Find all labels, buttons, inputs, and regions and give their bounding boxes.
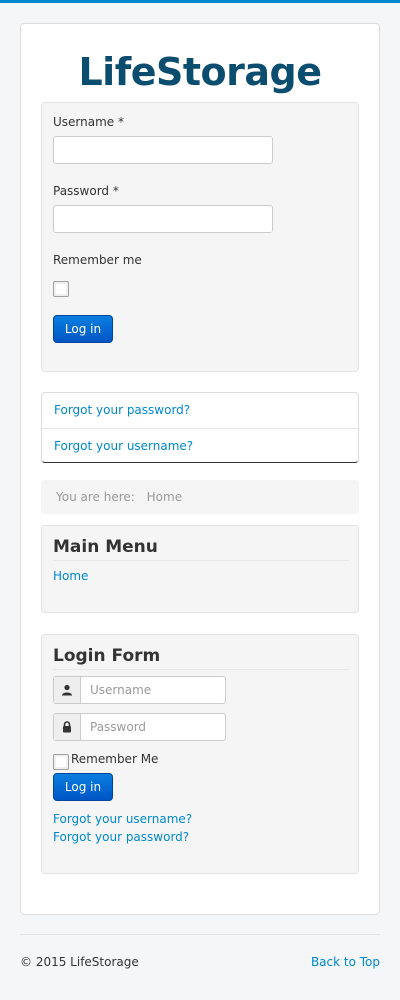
module-forgot-username-link[interactable]: Forgot your username? (53, 812, 192, 826)
login-panel: Username * Password * Remember me Log in (41, 102, 359, 372)
module-password-field[interactable]: Password (53, 713, 226, 741)
password-input[interactable] (53, 205, 273, 233)
back-to-top-link[interactable]: Back to Top (311, 955, 380, 969)
forgot-password-link[interactable]: Forgot your password? (42, 393, 358, 428)
breadcrumb-current: Home (146, 490, 183, 504)
remember-checkbox[interactable] (53, 281, 69, 297)
module-login-button[interactable]: Log in (53, 773, 113, 801)
footer-divider (20, 934, 380, 935)
breadcrumb-prefix: You are here: (56, 490, 135, 504)
module-remember-checkbox[interactable] (53, 754, 69, 770)
main-menu-module: Main Menu Home (41, 525, 359, 613)
site-logo[interactable]: LifeStorage (21, 49, 379, 95)
module-forgot-password-link[interactable]: Forgot your password? (53, 830, 189, 844)
module-username-field[interactable]: Username (53, 676, 226, 704)
login-form-title: Login Form (53, 642, 349, 670)
login-form-module: Login Form Username Password Remember Me… (41, 634, 359, 874)
main-menu-title: Main Menu (53, 533, 349, 561)
user-icon (54, 677, 81, 703)
login-button[interactable]: Log in (53, 315, 113, 343)
forgot-username-link[interactable]: Forgot your username? (42, 428, 358, 463)
module-username-placeholder: Username (90, 683, 152, 697)
footer-copyright: © 2015 LifeStorage (20, 955, 139, 969)
remember-label: Remember me (53, 253, 142, 267)
forgot-links: Forgot your password? Forgot your userna… (41, 392, 359, 463)
username-input[interactable] (53, 136, 273, 164)
lock-icon (54, 714, 81, 740)
password-label: Password * (53, 184, 119, 198)
page-container: LifeStorage Username * Password * Rememb… (20, 23, 380, 915)
menu-item-home[interactable]: Home (53, 569, 88, 583)
module-password-placeholder: Password (90, 720, 147, 734)
username-label: Username * (53, 115, 124, 129)
module-remember-label: Remember Me (71, 752, 159, 766)
breadcrumb: You are here: Home (41, 480, 359, 514)
top-accent-bar (0, 0, 400, 3)
